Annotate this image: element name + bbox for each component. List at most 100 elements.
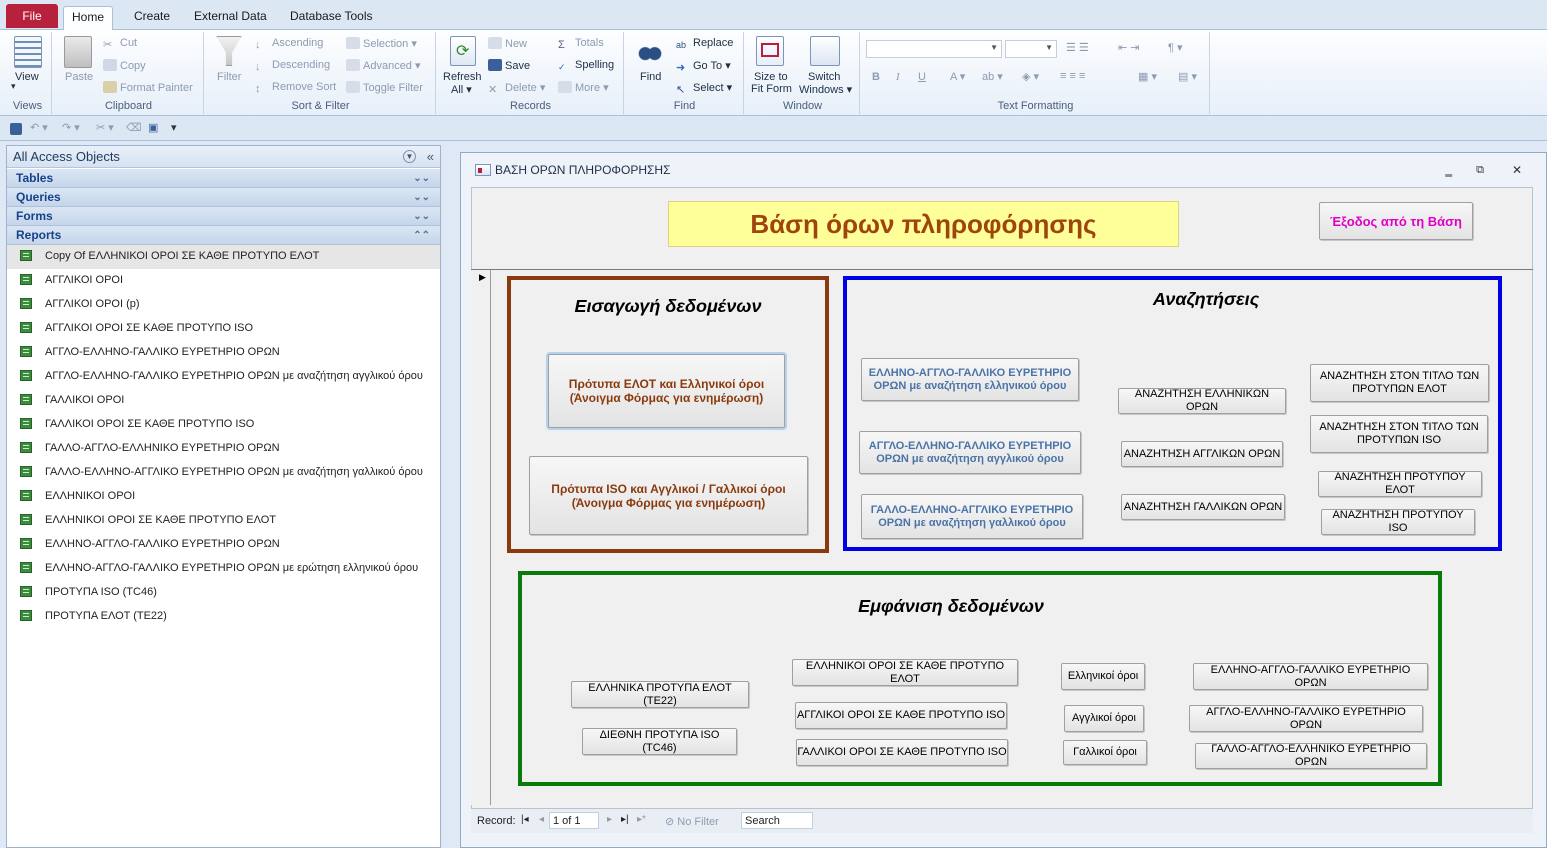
more-button[interactable]: More ▾	[558, 81, 609, 94]
ascending-button[interactable]: ↓ Ascending	[255, 37, 323, 51]
goto-button[interactable]: ➜ Go To ▾	[676, 59, 731, 74]
record-selector[interactable]: ▶	[471, 270, 491, 805]
nav-report-item[interactable]: ΓΑΛΛΟ-ΑΓΓΛΟ-ΕΛΛΗΝΙΚΟ ΕΥΡΕΤΗΡΙΟ ΟΡΩΝ	[7, 437, 440, 461]
view-button[interactable]: View	[15, 71, 39, 83]
iso-en-fr-terms-form-button[interactable]: Πρότυπα ISO και Αγγλικοί / Γαλλικοί όροι…	[529, 456, 808, 535]
nav-report-item[interactable]: ΑΓΓΛΟ-ΕΛΛΗΝΟ-ΓΑΛΛΙΚΟ ΕΥΡΕΤΗΡΙΟ ΟΡΩΝ	[7, 341, 440, 365]
remove-sort-button[interactable]: ↕ Remove Sort	[255, 81, 336, 95]
english-terms-button[interactable]: Αγγλικοί όροι	[1064, 705, 1144, 732]
search-french-terms-button[interactable]: ΑΝΑΖΗΤΗΣΗ ΓΑΛΛΙΚΩΝ ΟΡΩΝ	[1121, 494, 1285, 520]
font-size-select[interactable]: ▼	[1005, 40, 1057, 58]
elot-greek-terms-form-button[interactable]: Πρότυπα ΕΛΟΤ και Ελληνικοί όροι (Άνοιγμα…	[548, 354, 785, 428]
nav-report-item[interactable]: ΑΓΓΛΙΚΟΙ ΟΡΟΙ ΣΕ ΚΑΘΕ ΠΡΟΤΥΠΟ ISO	[7, 317, 440, 341]
indent-icon[interactable]: ⇤ ⇥	[1118, 41, 1140, 54]
nav-group-reports[interactable]: Reports ⌃⌃	[7, 226, 440, 245]
french-terms-per-iso-button[interactable]: ΓΑΛΛΙΚΟΙ ΟΡΟΙ ΣΕ ΚΑΘΕ ΠΡΟΤΥΠΟ ISO	[796, 739, 1008, 766]
english-index-button[interactable]: ΑΓΓΛΟ-ΕΛΛΗΝΟ-ΓΑΛΛΙΚΟ ΕΥΡΕΤΗΡΙΟ ΟΡΩΝ	[1189, 705, 1423, 732]
search-elot-title-button[interactable]: ΑΝΑΖΗΤΗΣΗ ΣΤΟΝ ΤΙΤΛΟ ΤΩΝ ΠΡΟΤΥΠΩΝ ΕΛΟΤ	[1310, 364, 1489, 402]
save-icon[interactable]	[10, 123, 22, 135]
nav-menu-icon[interactable]: ▼	[403, 150, 416, 163]
replace-button[interactable]: ab Replace	[676, 37, 733, 52]
search-greek-terms-button[interactable]: ΑΝΑΖΗΤΗΣΗ ΕΛΛΗΝΙΚΩΝ ΟΡΩΝ	[1118, 388, 1286, 414]
clear-icon[interactable]: ⌫	[126, 121, 142, 134]
greek-terms-button[interactable]: Ελληνικοί όροι	[1061, 663, 1145, 690]
nav-header[interactable]: All Access Objects ▼ «	[7, 146, 440, 168]
elot-standards-button[interactable]: ΕΛΛΗΝΙΚΑ ΠΡΟΤΥΠΑ ΕΛΟΤ (ΤΕ22)	[571, 681, 749, 708]
tab-file[interactable]: File	[6, 4, 58, 28]
underline-button[interactable]: U	[918, 71, 926, 83]
filter-tools-icon[interactable]: ✂ ▾	[96, 121, 114, 134]
toggle-filter-button[interactable]: Toggle Filter	[346, 81, 423, 94]
search-elot-standard-button[interactable]: ΑΝΑΖΗΤΗΣΗ ΠΡΟΤΥΠΟΥ ΕΛΟΤ	[1318, 471, 1482, 497]
restore-icon[interactable]: ⧉	[1476, 153, 1484, 187]
selection-button[interactable]: Selection ▾	[346, 37, 417, 50]
new-record-button[interactable]: New	[488, 37, 527, 50]
refresh-all-button[interactable]: Refresh	[443, 71, 482, 83]
font-name-select[interactable]: ▼	[866, 40, 1002, 58]
redo-icon[interactable]: ↷ ▾	[62, 121, 80, 134]
find-button[interactable]: Find	[640, 71, 661, 83]
record-position-field[interactable]: 1 of 1	[549, 812, 599, 829]
undo-icon[interactable]: ↶ ▾	[30, 121, 48, 134]
greek-terms-per-elot-button[interactable]: ΕΛΛΗΝΙΚΟΙ ΟΡΟΙ ΣΕ ΚΑΘΕ ΠΡΟΤΥΠΟ ΕΛΟΤ	[792, 659, 1018, 686]
search-greek-index-button[interactable]: ΕΛΛΗΝΟ-ΑΓΓΛΟ-ΓΑΛΛΙΚΟ ΕΥΡΕΤΗΡΙΟ ΟΡΩΝ με α…	[861, 358, 1079, 401]
next-record-icon[interactable]: ▸	[607, 814, 612, 825]
nav-group-tables[interactable]: Tables ⌄⌄	[7, 169, 440, 188]
fill-color-icon[interactable]: ◈ ▾	[1022, 70, 1039, 83]
nav-report-item[interactable]: ΓΑΛΛΟ-ΕΛΛΗΝΟ-ΑΓΓΛΙΚΟ ΕΥΡΕΤΗΡΙΟ ΟΡΩΝ με α…	[7, 461, 440, 485]
totals-button[interactable]: Σ Totals	[558, 37, 604, 51]
highlight-icon[interactable]: ab ▾	[982, 70, 1003, 83]
bullets-icon[interactable]: ☰ ☰	[1066, 41, 1089, 54]
sync-icon[interactable]: ▣	[148, 121, 158, 134]
nav-report-item[interactable]: ΑΓΓΛΟ-ΕΛΛΗΝΟ-ΓΑΛΛΙΚΟ ΕΥΡΕΤΗΡΙΟ ΟΡΩΝ με α…	[7, 365, 440, 389]
spelling-button[interactable]: ✓ Spelling	[558, 59, 614, 74]
nav-report-item[interactable]: ΓΑΛΛΙΚΟΙ ΟΡΟΙ ΣΕ ΚΑΘΕ ΠΡΟΤΥΠΟ ISO	[7, 413, 440, 437]
nav-group-forms[interactable]: Forms ⌄⌄	[7, 207, 440, 226]
record-search-field[interactable]: Search	[741, 812, 813, 829]
filter-button[interactable]: Filter	[217, 71, 241, 83]
shutter-bar-icon[interactable]: «	[427, 146, 434, 168]
format-painter-button[interactable]: Format Painter	[103, 81, 193, 94]
nav-report-item[interactable]: ΠΡΟΤΥΠΑ ΕΛΟΤ (ΤΕ22)	[7, 605, 440, 629]
nav-report-item[interactable]: ΠΡΟΤΥΠΑ ISO (TC46)	[7, 581, 440, 605]
nav-report-item[interactable]: Copy Of ΕΛΛΗΝΙΚΟΙ ΟΡΟΙ ΣΕ ΚΑΘΕ ΠΡΟΤΥΠΟ Ε…	[7, 245, 440, 269]
search-french-index-button[interactable]: ΓΑΛΛΟ-ΕΛΛΗΝΟ-ΑΓΓΛΙΚΟ ΕΥΡΕΤΗΡΙΟ ΟΡΩΝ με α…	[861, 494, 1083, 539]
close-icon[interactable]: ✕	[1512, 153, 1522, 187]
select-button[interactable]: ↖ Select ▾	[676, 81, 732, 96]
customize-qat-icon[interactable]: ▾	[171, 121, 177, 134]
nav-report-item[interactable]: ΑΓΓΛΙΚΟΙ ΟΡΟΙ	[7, 269, 440, 293]
nav-report-item[interactable]: ΕΛΛΗΝΙΚΟΙ ΟΡΟΙ ΣΕ ΚΑΘΕ ΠΡΟΤΥΠΟ ΕΛΟΤ	[7, 509, 440, 533]
french-terms-button[interactable]: Γαλλικοί όροι	[1063, 740, 1147, 765]
nav-group-queries[interactable]: Queries ⌄⌄	[7, 188, 440, 207]
french-index-button[interactable]: ΓΑΛΛΟ-ΑΓΓΛΟ-ΕΛΛΗΝΙΚΟ ΕΥΡΕΤΗΡΙΟ ΟΡΩΝ	[1195, 743, 1427, 769]
prev-record-icon[interactable]: ◂	[539, 814, 544, 825]
search-iso-standard-button[interactable]: ΑΝΑΖΗΤΗΣΗ ΠΡΟΤΥΠΟΥ ISO	[1321, 509, 1475, 535]
save-record-button[interactable]: Save	[488, 59, 530, 72]
size-to-fit-button[interactable]: Size to	[754, 71, 788, 83]
paste-button[interactable]: Paste	[65, 71, 93, 83]
last-record-icon[interactable]: ▸|	[621, 814, 629, 825]
greek-index-button[interactable]: ΕΛΛΗΝΟ-ΑΓΓΛΟ-ΓΑΛΛΙΚΟ ΕΥΡΕΤΗΡΙΟ ΟΡΩΝ	[1193, 663, 1428, 690]
tab-database-tools[interactable]: Database Tools	[282, 6, 381, 30]
switch-windows-button[interactable]: Switch	[808, 71, 840, 83]
english-terms-per-iso-button[interactable]: ΑΓΓΛΙΚΟΙ ΟΡΟΙ ΣΕ ΚΑΘΕ ΠΡΟΤΥΠΟ ISO	[795, 702, 1007, 729]
new-record-icon[interactable]: ▸*	[637, 814, 646, 825]
font-color-icon[interactable]: A ▾	[950, 70, 965, 83]
cut-button[interactable]: ✂ Cut	[103, 37, 137, 51]
tab-create[interactable]: Create	[126, 6, 178, 30]
paragraph-icon[interactable]: ¶ ▾	[1168, 41, 1183, 54]
align-icons[interactable]: ≡ ≡ ≡	[1060, 70, 1085, 82]
nav-report-item[interactable]: ΓΑΛΛΙΚΟΙ ΟΡΟΙ	[7, 389, 440, 413]
iso-standards-button[interactable]: ΔΙΕΘΝΗ ΠΡΟΤΥΠΑ ISO (TC46)	[582, 728, 737, 755]
tab-external-data[interactable]: External Data	[186, 6, 275, 30]
alt-row-color-icon[interactable]: ▤ ▾	[1178, 70, 1197, 83]
nav-report-item[interactable]: ΕΛΛΗΝΙΚΟΙ ΟΡΟΙ	[7, 485, 440, 509]
nav-report-item[interactable]: ΑΓΓΛΙΚΟΙ ΟΡΟΙ (p)	[7, 293, 440, 317]
delete-record-button[interactable]: ✕ Delete ▾	[488, 81, 545, 96]
gridlines-icon[interactable]: ▦ ▾	[1138, 70, 1157, 83]
descending-button[interactable]: ↓ Descending	[255, 59, 330, 73]
bold-button[interactable]: B	[872, 71, 880, 83]
advanced-button[interactable]: Advanced ▾	[346, 59, 421, 72]
copy-button[interactable]: Copy	[103, 59, 146, 72]
pane-splitter[interactable]	[441, 141, 447, 848]
